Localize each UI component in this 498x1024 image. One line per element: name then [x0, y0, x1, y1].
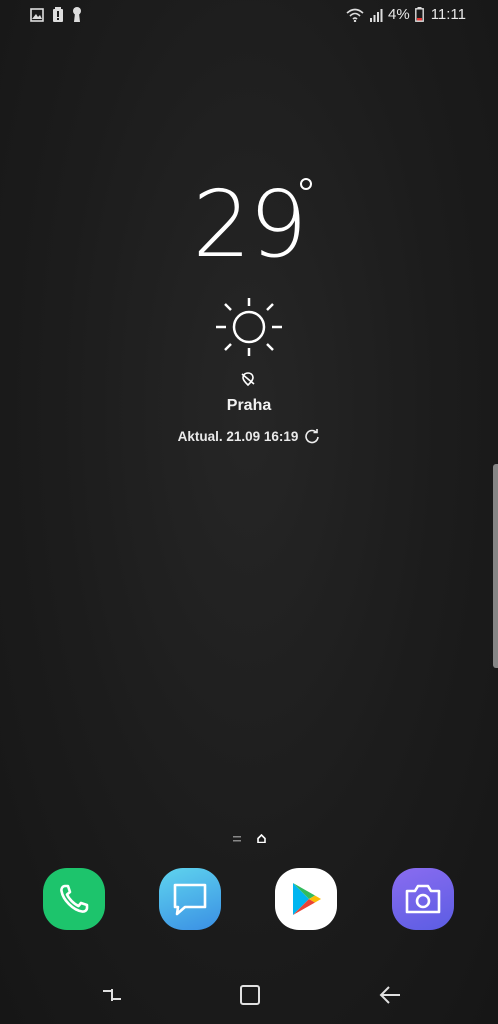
- phone-app[interactable]: [43, 868, 105, 930]
- page-indicator[interactable]: [0, 834, 498, 843]
- home-icon[interactable]: [239, 984, 261, 1006]
- weather-city: Praha: [226, 397, 272, 414]
- location-off-icon: [241, 372, 255, 387]
- wifi-icon: [346, 8, 364, 22]
- sun-icon: [216, 298, 282, 356]
- signal-icon: [370, 8, 383, 22]
- camera-app[interactable]: [392, 868, 454, 930]
- status-bar: 4% 11:11: [0, 0, 498, 32]
- play-store-app[interactable]: [275, 868, 337, 930]
- temperature-display: 29: [0, 170, 498, 280]
- navigation-bar: [0, 972, 498, 1024]
- battery-alert-icon: [53, 7, 63, 22]
- messages-icon: [173, 883, 207, 916]
- app-dock: [0, 868, 498, 932]
- battery-percent: 4%: [388, 6, 410, 23]
- home-page-icon[interactable]: [256, 834, 266, 843]
- refresh-icon[interactable]: [304, 428, 320, 444]
- degree-symbol: [300, 178, 312, 190]
- clock: 11:11: [430, 6, 466, 23]
- camera-icon: [405, 884, 441, 914]
- back-icon[interactable]: [378, 984, 402, 1006]
- recents-icon[interactable]: [101, 984, 123, 1006]
- menu-page-icon[interactable]: [232, 835, 241, 842]
- weather-updated-time: Aktual. 21.09 16:19: [177, 428, 299, 444]
- edge-panel-handle[interactable]: [493, 464, 498, 668]
- weather-updated-row: Aktual. 21.09 16:19: [0, 428, 498, 444]
- system-status-icons: 4% 11:11: [346, 6, 466, 23]
- notification-icons: [30, 7, 82, 22]
- gallery-icon: [30, 7, 44, 22]
- weather-widget[interactable]: 29: [0, 170, 498, 280]
- temperature-value: 29: [192, 171, 307, 278]
- keyhole-icon: [73, 7, 81, 22]
- messages-app[interactable]: [159, 868, 221, 930]
- battery-icon: [414, 7, 424, 22]
- play-store-icon: [293, 883, 321, 915]
- phone-icon: [60, 884, 89, 913]
